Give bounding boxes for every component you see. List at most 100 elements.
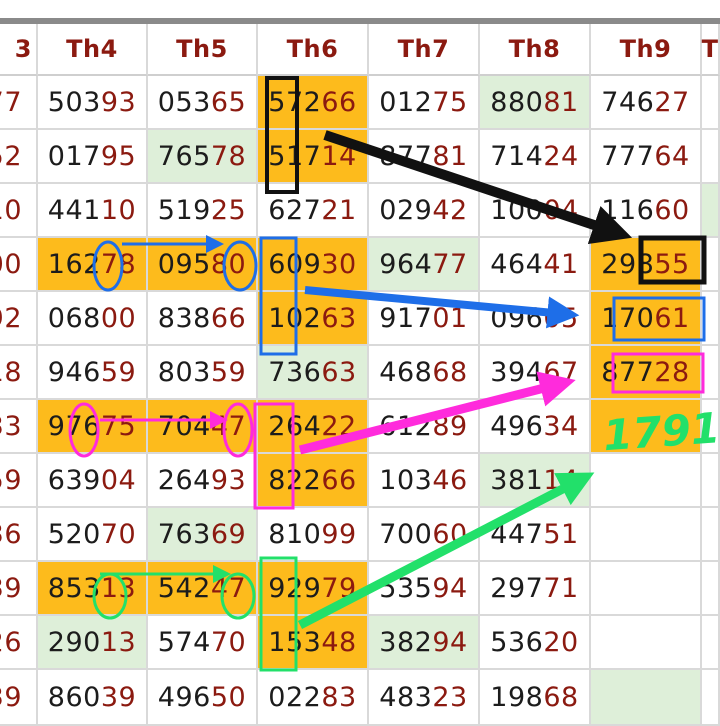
table-cell: 63904 xyxy=(38,454,148,508)
cell-number: 26422 xyxy=(268,410,357,442)
table-cell xyxy=(702,670,720,726)
table-cell xyxy=(702,508,720,562)
header-Th6: Th6 xyxy=(258,24,369,76)
header-label: Th8 xyxy=(508,35,561,63)
header-3: 3 xyxy=(0,24,38,76)
cell-number: 87728 xyxy=(601,356,690,388)
header-label: Th4 xyxy=(66,35,118,63)
cell-number: 87781 xyxy=(379,140,468,172)
table-cell: 57266 xyxy=(258,76,369,130)
table-cell: 82266 xyxy=(258,454,369,508)
table-cell: 53594 xyxy=(369,562,480,616)
table-cell: 39467 xyxy=(480,346,591,400)
table-cell: 06800 xyxy=(38,292,148,346)
table-cell xyxy=(591,508,702,562)
table-cell: 10263 xyxy=(258,292,369,346)
table-cell: 54247 xyxy=(148,562,258,616)
cell-number: 92 xyxy=(0,302,22,334)
table-cell: 29855 xyxy=(591,238,702,292)
table-cell: 02942 xyxy=(369,184,480,238)
cell-number: 86039 xyxy=(47,681,137,713)
cell-number: 91701 xyxy=(379,302,468,334)
cell-number: 61289 xyxy=(379,410,468,442)
cell-number: 83866 xyxy=(157,302,247,334)
cell-number: 02942 xyxy=(379,194,468,226)
table-cell: 26422 xyxy=(258,400,369,454)
table-cell: 61289 xyxy=(369,400,480,454)
cell-number: 02283 xyxy=(268,681,357,713)
table-cell: 59 xyxy=(0,454,38,508)
table-cell: 83866 xyxy=(148,292,258,346)
table-cell xyxy=(702,76,720,130)
table-cell: 05365 xyxy=(148,76,258,130)
cell-number: 76578 xyxy=(157,140,247,172)
table-cell: 39 xyxy=(0,670,38,726)
table-cell: 48323 xyxy=(369,670,480,726)
table-cell xyxy=(591,562,702,616)
table-cell: 49650 xyxy=(148,670,258,726)
cell-number: 74627 xyxy=(601,86,690,118)
header-Th4: Th4 xyxy=(38,24,148,76)
cell-number: 60930 xyxy=(268,248,357,280)
cell-number: 80359 xyxy=(157,356,247,388)
table-cell: 91701 xyxy=(369,292,480,346)
cell-number: 62721 xyxy=(268,194,357,226)
cell-number: 77764 xyxy=(601,140,690,172)
table-cell: 44110 xyxy=(38,184,148,238)
table-cell: 26493 xyxy=(148,454,258,508)
cell-number: 10263 xyxy=(268,302,357,334)
table-cell: 85313 xyxy=(38,562,148,616)
table-cell xyxy=(702,616,720,670)
table-cell: 92 xyxy=(0,292,38,346)
header-label: Th5 xyxy=(176,35,228,63)
cell-number: 70447 xyxy=(157,410,247,442)
cell-number: 11660 xyxy=(601,194,690,226)
table-cell: 02283 xyxy=(258,670,369,726)
cell-number: 09605 xyxy=(490,302,579,334)
table-cell: 92979 xyxy=(258,562,369,616)
cell-number: 49634 xyxy=(490,410,579,442)
cell-number: 09580 xyxy=(157,248,247,280)
header-label: T xyxy=(701,35,719,63)
table-cell xyxy=(702,346,720,400)
cell-number: 44751 xyxy=(490,518,579,550)
cell-number: 97675 xyxy=(47,410,137,442)
table-cell: 46441 xyxy=(480,238,591,292)
results-table: 3 Th4 Th5 Th6 Th7 Th8 Th9 T 77 50393 05365 57266 012… xyxy=(0,24,720,726)
table-cell: 62721 xyxy=(258,184,369,238)
table-cell: 29013 xyxy=(38,616,148,670)
cell-number: 49650 xyxy=(157,681,247,713)
table-cell: 26 xyxy=(0,616,38,670)
cell-number: 05365 xyxy=(157,86,247,118)
header-Th9: Th9 xyxy=(591,24,702,76)
table-cell: 50393 xyxy=(38,76,148,130)
cell-number: 46868 xyxy=(379,356,468,388)
table-cell: 49634 xyxy=(480,400,591,454)
cell-number: 29771 xyxy=(490,572,579,604)
table-cell: 74627 xyxy=(591,76,702,130)
cell-number: 10346 xyxy=(379,464,468,496)
header-label: Th6 xyxy=(286,35,339,63)
table-cell: 10346 xyxy=(369,454,480,508)
cell-number: 51925 xyxy=(157,194,247,226)
cell-number: 71424 xyxy=(490,140,579,172)
table-cell: 76369 xyxy=(148,508,258,562)
cell-number: 46441 xyxy=(490,248,579,280)
cell-number: 18 xyxy=(0,356,22,388)
cell-number: 33 xyxy=(0,410,22,442)
table-cell: 80359 xyxy=(148,346,258,400)
table-cell xyxy=(702,400,720,454)
table-cell: 97675 xyxy=(38,400,148,454)
cell-number: 63904 xyxy=(47,464,137,496)
cell-number: 76369 xyxy=(157,518,247,550)
cell-number: 26493 xyxy=(157,464,247,496)
table-cell: 73663 xyxy=(258,346,369,400)
table-cell: 86039 xyxy=(38,670,148,726)
cell-number: 01795 xyxy=(47,140,137,172)
cell-number: 70060 xyxy=(379,518,468,550)
cell-number: 00 xyxy=(0,248,22,280)
table-cell: 46868 xyxy=(369,346,480,400)
table-cell: 53620 xyxy=(480,616,591,670)
table-cell: 71424 xyxy=(480,130,591,184)
table-cell: 96477 xyxy=(369,238,480,292)
